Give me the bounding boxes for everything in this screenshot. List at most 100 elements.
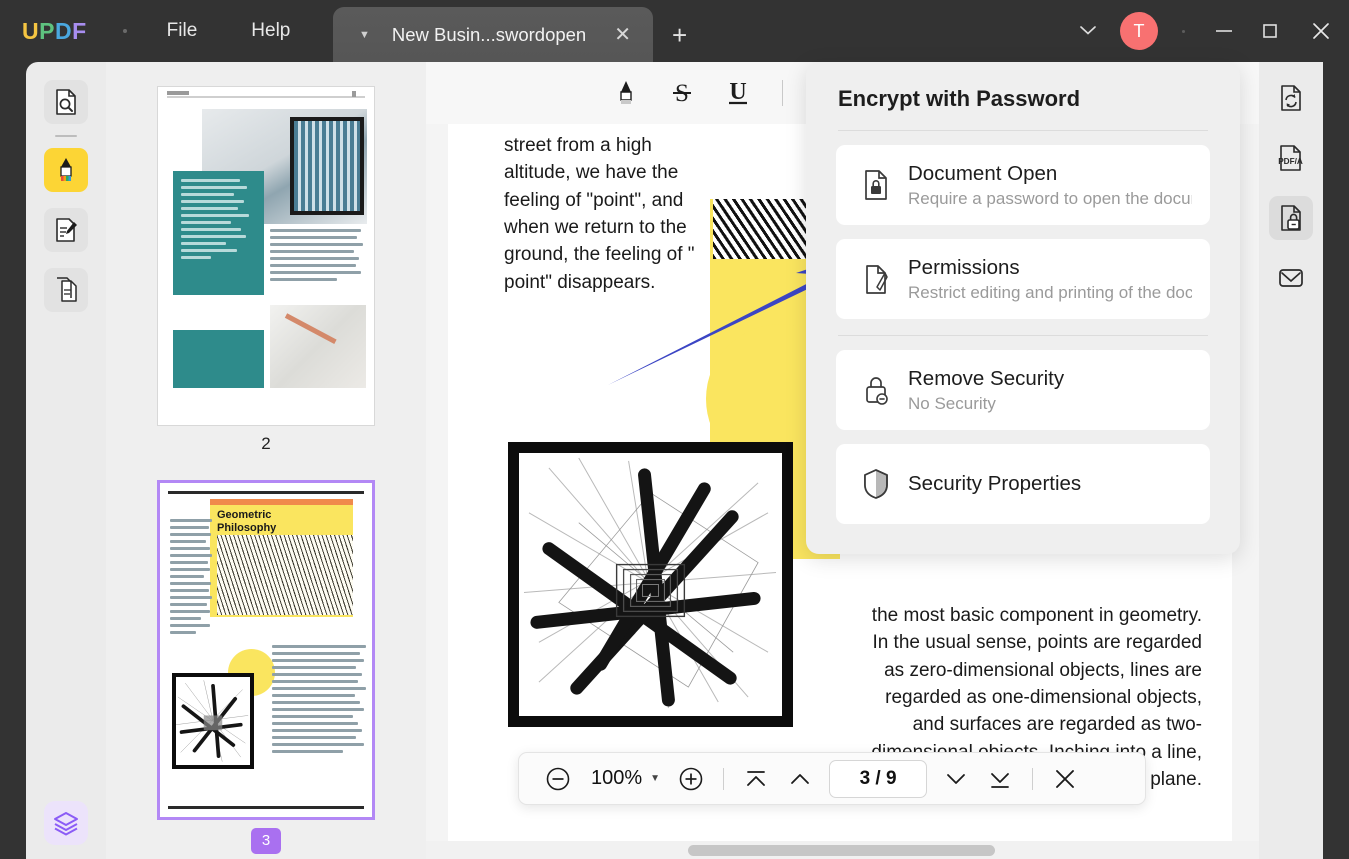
document-left-column: street from a high altitude, we have the… — [504, 135, 695, 293]
logo-letter-u: U — [22, 17, 40, 44]
sidebar-item-pdfa[interactable]: PDF/A — [1269, 136, 1313, 180]
logo-letter-d: D — [54, 17, 73, 44]
menu-help[interactable]: Help — [237, 14, 304, 48]
sidebar-item-search-document[interactable] — [44, 80, 88, 124]
last-page-button[interactable] — [979, 759, 1021, 799]
highlighter-icon — [60, 158, 72, 181]
option-remove-security[interactable]: Remove Security No Security — [836, 350, 1210, 430]
sidebar-item-protect[interactable] — [1269, 196, 1313, 240]
sidebar-item-convert-pdf[interactable] — [1269, 76, 1313, 120]
geometric-artwork — [508, 442, 793, 727]
document-lock-icon — [854, 168, 898, 202]
highlight-tool[interactable] — [598, 71, 654, 115]
option-security-properties[interactable]: Security Properties — [836, 444, 1210, 524]
thumbnail-page-3[interactable]: Geometric Philosophy 3 — [157, 480, 375, 854]
title-bar: UPDF File Help ▼ New Busin...swordopen ✕… — [0, 0, 1349, 62]
thumbnail-panel[interactable]: 2 Geometric Philosophy 3 — [106, 62, 426, 859]
thumbnail-page-2-canvas[interactable] — [157, 86, 375, 426]
close-toolbar-button[interactable] — [1044, 759, 1086, 799]
avatar-initial: T — [1133, 20, 1145, 41]
lock-remove-icon — [854, 373, 898, 407]
option-security-properties-body: Security Properties — [898, 472, 1081, 496]
option-permissions-body: Permissions Restrict editing and printin… — [898, 256, 1192, 303]
sidebar-item-share-email[interactable] — [1269, 256, 1313, 300]
encrypt-with-password-panel: Encrypt with Password Document Open Requ… — [806, 62, 1240, 554]
option-document-open-subtitle: Require a password to open the document — [908, 188, 1192, 208]
pdfa-icon: PDF/A — [1278, 145, 1303, 171]
zoom-level-label[interactable]: 100% — [581, 767, 648, 790]
updf-logo: UPDF — [22, 18, 87, 45]
first-page-button[interactable] — [735, 759, 777, 799]
layers-icon — [54, 812, 78, 836]
close-icon[interactable]: ✕ — [614, 25, 631, 45]
zoom-out-icon — [546, 767, 570, 790]
option-document-open-title: Document Open — [908, 161, 1058, 185]
option-permissions[interactable]: Permissions Restrict editing and printin… — [836, 239, 1210, 319]
avatar[interactable]: T — [1120, 12, 1158, 50]
svg-text:U: U — [729, 79, 746, 105]
right-sidebar: PDF/A — [1259, 62, 1323, 859]
chevron-down-icon[interactable]: ▼ — [650, 773, 668, 784]
document-tab[interactable]: ▼ New Busin...swordopen ✕ — [333, 7, 653, 62]
sidebar-item-annotate[interactable] — [44, 148, 88, 192]
control-separator-dot — [1182, 29, 1185, 33]
thumbnail-page-2-label: 2 — [261, 434, 271, 453]
panel-divider-top — [838, 130, 1208, 131]
sidebar-item-edit-pdf[interactable] — [44, 208, 88, 252]
thumb3-heading-1: Geometric — [217, 509, 272, 521]
convert-document-icon — [1281, 85, 1301, 111]
toolbar-divider — [723, 767, 725, 790]
edit-document-icon — [56, 218, 77, 242]
zoom-in-icon — [679, 767, 703, 790]
envelope-icon — [1279, 269, 1303, 287]
toolbar-divider — [782, 80, 783, 106]
option-remove-security-body: Remove Security No Security — [898, 367, 1064, 414]
highlighter-icon — [620, 81, 632, 104]
option-permissions-subtitle: Restrict editing and printing of the doc… — [908, 282, 1192, 302]
window-controls: T — [1064, 0, 1349, 62]
sidebar-divider — [55, 135, 77, 137]
panel-divider-mid — [838, 335, 1208, 336]
option-permissions-title: Permissions — [908, 255, 1020, 279]
close-button[interactable] — [1293, 0, 1349, 62]
zoom-out-button[interactable] — [537, 759, 579, 799]
option-security-properties-title: Security Properties — [908, 472, 1082, 495]
logo-letter-p: P — [39, 17, 55, 44]
thumbnail-page-3-canvas[interactable]: Geometric Philosophy — [157, 480, 375, 820]
previous-page-button[interactable] — [779, 759, 821, 799]
document-search-icon — [56, 89, 76, 115]
left-sidebar — [26, 62, 106, 859]
toolbar-divider-2 — [1032, 767, 1034, 790]
last-page-icon — [991, 772, 1009, 788]
strikethrough-tool[interactable]: S — [654, 71, 710, 115]
maximize-button[interactable] — [1247, 0, 1293, 62]
logo-separator-dot — [122, 29, 127, 33]
horizontal-scrollbar-thumb[interactable] — [688, 845, 995, 856]
first-page-icon — [747, 770, 765, 786]
thumb3-heading-2: Philosophy — [217, 521, 277, 534]
next-page-button[interactable] — [935, 759, 977, 799]
layers-button[interactable] — [44, 801, 88, 845]
previous-page-icon — [791, 773, 809, 784]
close-icon — [1056, 769, 1075, 788]
new-tab-button[interactable]: + — [672, 22, 687, 48]
option-document-open-body: Document Open Require a password to open… — [898, 162, 1192, 209]
minimize-button[interactable] — [1201, 0, 1247, 62]
panel-title: Encrypt with Password — [838, 86, 1081, 111]
document-tab-title: New Busin...swordopen — [391, 23, 587, 45]
page-organize-icon — [57, 277, 77, 302]
sidebar-item-organize-pages[interactable] — [44, 268, 88, 312]
logo-letter-f: F — [72, 17, 87, 44]
next-page-icon — [947, 773, 965, 784]
underline-tool[interactable]: U — [710, 71, 766, 115]
chevron-down-icon[interactable] — [1064, 13, 1112, 49]
strikethrough-icon: S — [673, 80, 691, 107]
menu-file[interactable]: File — [153, 14, 212, 48]
underline-icon: U — [729, 79, 747, 105]
option-remove-security-title: Remove Security — [908, 366, 1065, 390]
option-document-open[interactable]: Document Open Require a password to open… — [836, 145, 1210, 225]
zoom-in-button[interactable] — [670, 759, 712, 799]
horizontal-scrollbar[interactable] — [426, 841, 1259, 859]
thumbnail-page-2[interactable]: 2 — [157, 86, 375, 454]
page-number-input[interactable]: 3 / 9 — [829, 759, 928, 798]
